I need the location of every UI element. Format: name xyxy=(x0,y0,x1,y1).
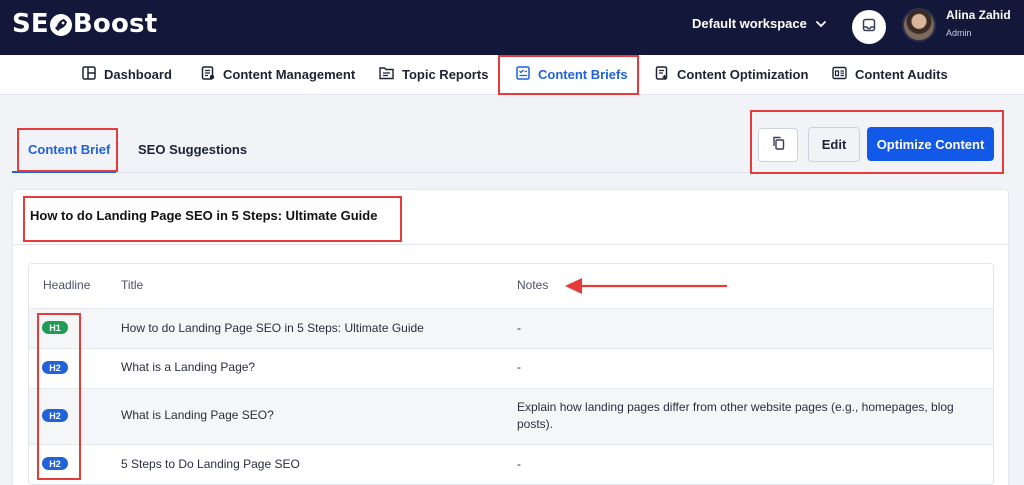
card-divider xyxy=(12,244,1009,245)
workspace-label: Default workspace xyxy=(692,16,807,31)
row-title: What is Landing Page SEO? xyxy=(121,408,274,422)
nav-item-label: Content Management xyxy=(223,66,356,82)
dashboard-icon xyxy=(82,65,96,83)
annotation-box-nav xyxy=(498,55,639,95)
nav-item-label: Content Audits xyxy=(855,66,948,82)
inbox-button[interactable] xyxy=(852,10,886,44)
row-notes: Explain how landing pages differ from ot… xyxy=(517,400,954,431)
row-notes: - xyxy=(517,321,521,335)
content-management-icon xyxy=(201,65,215,83)
nav-item-label: Content Optimization xyxy=(677,66,809,82)
workspace-selector[interactable]: Default workspace xyxy=(692,16,827,31)
logo-text-start: SE xyxy=(12,9,49,39)
logo-text-end: Boost xyxy=(72,9,158,39)
row-title: 5 Steps to Do Landing Page SEO xyxy=(121,457,300,471)
tab-seo-suggestions[interactable]: SEO Suggestions xyxy=(138,142,247,157)
nav-item-topic-reports[interactable]: Topic Reports xyxy=(379,55,488,93)
row-notes: - xyxy=(517,360,521,374)
column-header-notes: Notes xyxy=(517,278,549,292)
nav-item-dashboard[interactable]: Dashboard xyxy=(82,55,172,93)
nav-item-content-audits[interactable]: Content Audits xyxy=(832,55,948,93)
row-notes: - xyxy=(517,457,521,471)
nav-item-label: Topic Reports xyxy=(402,66,489,82)
user-name: Alina Zahid xyxy=(946,8,1011,22)
nav-item-content-management[interactable]: Content Management xyxy=(201,55,355,93)
annotation-box-tab xyxy=(17,128,118,172)
app-logo[interactable]: SE Boost xyxy=(12,9,157,39)
content-optimization-icon xyxy=(655,65,669,83)
row-title: What is a Landing Page? xyxy=(121,360,256,374)
annotation-box-badges xyxy=(37,313,81,480)
annotation-box-title xyxy=(23,196,402,242)
top-bar: SE Boost Default workspace Alina Zahid A… xyxy=(0,0,1024,55)
rocket-icon xyxy=(49,14,72,36)
column-header-title: Title xyxy=(121,278,144,292)
column-header-headline: Headline xyxy=(43,278,91,292)
annotation-box-actions xyxy=(750,110,1004,174)
user-role: Admin xyxy=(946,28,972,38)
row-title: How to do Landing Page SEO in 5 Steps: U… xyxy=(121,321,424,335)
topic-reports-icon xyxy=(379,66,394,83)
nav-item-label: Dashboard xyxy=(104,66,172,82)
content-audits-icon xyxy=(832,66,847,83)
inbox-icon xyxy=(862,18,876,37)
annotation-arrow-icon xyxy=(565,278,727,294)
chevron-down-icon xyxy=(815,16,827,31)
avatar[interactable] xyxy=(902,8,936,42)
nav-item-content-optimization[interactable]: Content Optimization xyxy=(655,55,808,93)
